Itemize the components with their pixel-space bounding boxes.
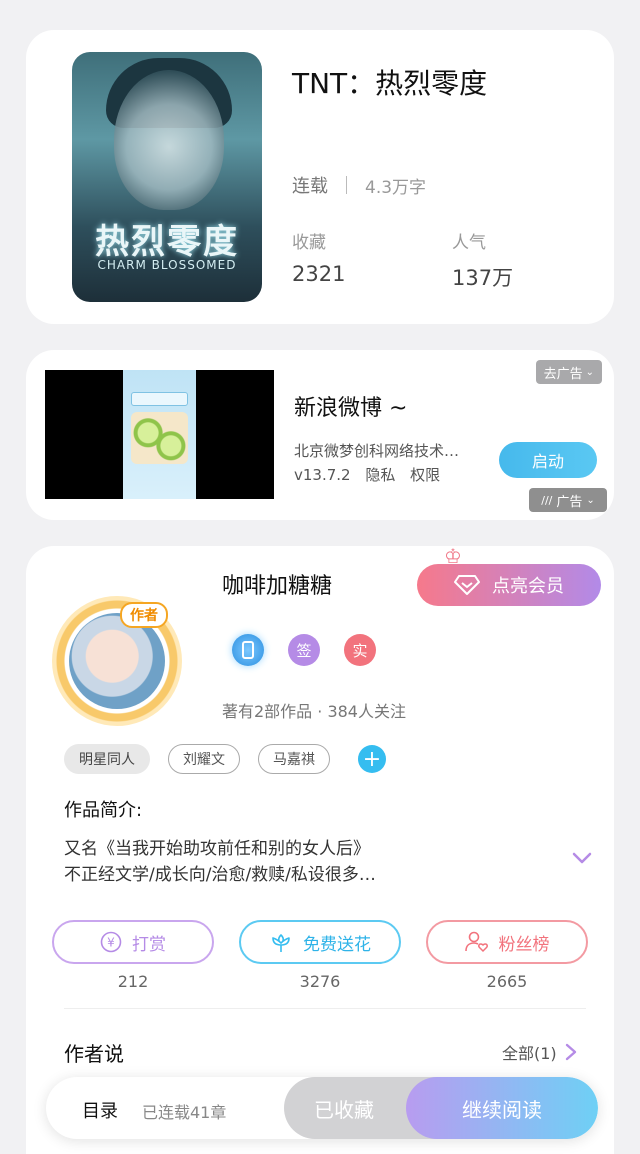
popularity-value: 137万 — [452, 266, 514, 290]
add-tag-button[interactable]: + — [358, 745, 386, 773]
word-count: 4.3万字 — [365, 177, 427, 198]
ad-permissions-link[interactable]: 权限 — [410, 466, 440, 484]
expand-chevron-icon[interactable] — [572, 848, 592, 868]
book-title: TNT：热烈零度 — [292, 67, 488, 100]
author-avatar[interactable]: 作者 — [52, 596, 182, 726]
intro-line: 不正经文学/成长向/治愈/救赎/私设很多… — [64, 865, 376, 885]
popularity-label: 人气 — [452, 233, 486, 253]
author-says-heading: 作者说 — [64, 1042, 124, 1066]
vip-label: 点亮会员 — [492, 576, 564, 597]
svg-text:¥: ¥ — [107, 936, 115, 950]
author-says-all-label: 全部(1) — [502, 1044, 557, 1063]
tip-label: 打赏 — [132, 934, 166, 955]
author-name[interactable]: 咖啡加糖糖 — [222, 568, 332, 600]
ad-video-caption — [131, 392, 188, 406]
ad-company: 北京微梦创科网络技术… — [294, 442, 460, 460]
author-card: 作者 咖啡加糖糖 ♔ 点亮会员 签 实 著有2部作品 · 384人关注 明星同人… — [26, 544, 614, 1154]
ad-version-row: v13.7.2 隐私 权限 — [294, 464, 450, 485]
yen-icon: ¥ — [100, 931, 122, 953]
tag-item[interactable]: 马嘉祺 — [258, 744, 330, 774]
remove-ad-label: 去广告 — [543, 366, 583, 382]
remove-ad-button[interactable]: 去广告 ⌄ — [535, 360, 602, 384]
cover-art-face — [114, 70, 224, 210]
ad-video[interactable] — [45, 370, 274, 499]
user-heart-icon — [464, 931, 488, 953]
ad-start-button[interactable]: 启动 — [499, 442, 597, 478]
ad-privacy-link[interactable]: 隐私 — [365, 466, 395, 484]
flower-icon — [272, 934, 290, 952]
toc-button[interactable]: 目录 — [82, 1097, 118, 1123]
tip-button[interactable]: ¥ 打赏 — [52, 920, 214, 964]
intro-line: 又名《当我开始助攻前任和别的女人后》 — [64, 839, 370, 859]
author-badge: 作者 — [120, 602, 168, 628]
ad-mark[interactable]: /// 广告 ⌄ — [529, 488, 607, 512]
cover-subtitle: CHARM BLOSSOMED — [97, 258, 237, 272]
tag-item[interactable]: 刘耀文 — [168, 744, 240, 774]
book-status: 连载 — [292, 176, 328, 197]
chevron-down-icon: ⌄ — [585, 366, 594, 378]
chevron-down-icon: ⌄ — [586, 494, 595, 506]
send-flower-label: 免费送花 — [303, 934, 371, 955]
book-tags: 明星同人 刘耀文 马嘉祺 + — [64, 744, 386, 774]
collected-label: 已收藏 — [314, 1097, 374, 1122]
toc-status[interactable]: 已连载41章 — [142, 1099, 226, 1123]
ad-mark-label: 广告 — [556, 494, 583, 510]
book-cover[interactable]: 热烈零度 CHARM BLOSSOMED — [72, 52, 262, 302]
tip-count: 212 — [117, 972, 149, 991]
author-says-all-link[interactable]: 全部(1) — [502, 1040, 577, 1064]
ad-logo-icon: /// — [541, 493, 553, 507]
book-meta: 连载 4.3万字 — [292, 172, 426, 198]
chevron-right-icon — [565, 1043, 576, 1061]
book-info-card: 热烈零度 CHARM BLOSSOMED TNT：热烈零度 连载 4.3万字 收… — [26, 30, 614, 324]
tag-item[interactable]: 明星同人 — [64, 744, 150, 774]
send-flower-button[interactable]: 免费送花 — [239, 920, 401, 964]
bottom-action-bar: 目录 已连载41章 已收藏 继续阅读 — [46, 1077, 598, 1139]
ad-video-frame — [123, 370, 196, 499]
continue-reading-button[interactable]: 继续阅读 — [406, 1077, 598, 1139]
verified-badge[interactable]: 实 — [344, 634, 376, 666]
section-divider — [64, 1008, 586, 1009]
flower-count: 3276 — [299, 972, 341, 991]
favorites-value: 2321 — [292, 262, 346, 286]
author-works-summary: 著有2部作品 · 384人关注 — [222, 702, 406, 721]
diamond-icon — [454, 575, 480, 595]
phone-badge-icon[interactable] — [232, 634, 264, 666]
cover-title: 热烈零度 — [95, 222, 239, 262]
ad-app-name: 新浪微博 ~ — [294, 396, 408, 421]
fan-rank-count: 2665 — [486, 972, 528, 991]
meta-divider — [346, 176, 347, 194]
vip-button[interactable]: 点亮会员 — [417, 564, 601, 606]
intro-heading: 作品简介: — [64, 800, 143, 821]
ad-video-image — [131, 412, 188, 464]
ad-card[interactable]: 去广告 ⌄ 新浪微博 ~ 北京微梦创科网络技术… v13.7.2 隐私 权限 启… — [26, 350, 614, 520]
signed-badge[interactable]: 签 — [288, 634, 320, 666]
favorites-label: 收藏 — [292, 233, 326, 253]
fan-rank-label: 粉丝榜 — [498, 934, 550, 955]
author-badges: 签 实 — [232, 634, 376, 666]
fan-rank-button[interactable]: 粉丝榜 — [426, 920, 588, 964]
ad-version: v13.7.2 — [294, 466, 351, 484]
